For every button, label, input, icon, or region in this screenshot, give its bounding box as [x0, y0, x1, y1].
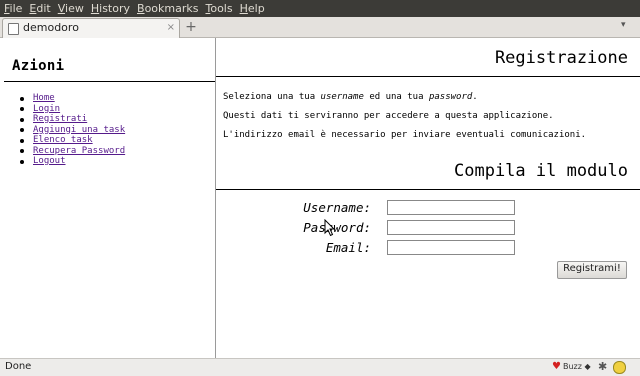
menu-bar: File Edit View History Bookmarks Tools Help [0, 0, 640, 17]
intro-paragraph-2: Questi dati ti serviranno per accedere a… [223, 111, 554, 121]
menu-file[interactable]: File [0, 0, 25, 17]
email-label: Email: [325, 240, 371, 255]
gear-icon[interactable]: ✱ [598, 359, 607, 375]
sidebar-item-aggiungi-task: Aggiungi una task [17, 125, 125, 136]
tab-list-icon[interactable]: ▾ [621, 20, 626, 30]
lightbulb-icon[interactable] [613, 361, 626, 374]
form-title: Compila il modulo [454, 161, 628, 181]
nav-link-aggiungi-task[interactable]: Aggiungi una task [33, 125, 125, 135]
sidebar-item-registrati: Registrati [17, 114, 125, 125]
nav-link-logout[interactable]: Logout [33, 156, 66, 166]
intro-paragraph-1: Seleziona una tua username ed una tua pa… [223, 91, 478, 103]
intro-emphasis-password: password [428, 92, 473, 102]
sidebar-divider [4, 81, 215, 82]
page-icon [8, 23, 19, 35]
menu-help[interactable]: Help [236, 0, 268, 17]
sidebar-item-login: Login [17, 104, 125, 115]
sidebar-item-home: Home [17, 93, 125, 104]
tab-title: demodoro [23, 21, 79, 34]
nav-link-registrati[interactable]: Registrati [33, 114, 87, 124]
form-divider [216, 189, 640, 190]
nav-link-recupera-password[interactable]: Recupera Password [33, 146, 125, 156]
menu-bookmarks[interactable]: Bookmarks [133, 0, 201, 17]
sidebar-title: Azioni [12, 58, 65, 74]
menu-view[interactable]: View [54, 0, 87, 17]
status-bar: Done ♥ Buzz ◆ ✱ [0, 358, 640, 376]
mouse-cursor-icon [324, 219, 336, 237]
nav-link-home[interactable]: Home [33, 93, 55, 103]
intro-text: Seleziona una tua [223, 92, 321, 102]
register-button[interactable]: Registrami! [557, 261, 627, 279]
new-tab-button[interactable]: + [182, 18, 200, 36]
heart-icon[interactable]: ♥ [552, 359, 561, 375]
close-tab-icon[interactable]: × [167, 19, 175, 37]
sidebar-item-elenco-task: Elenco task [17, 135, 125, 146]
intro-emphasis-username: username [320, 92, 364, 102]
status-text: Done [5, 361, 32, 372]
sidebar-nav: Home Login Registrati Aggiungi una task … [17, 93, 125, 167]
intro-paragraph-3: L'indirizzo email è necessario per invia… [223, 130, 587, 140]
page-title: Registrazione [494, 48, 628, 68]
nav-link-elenco-task[interactable]: Elenco task [33, 135, 93, 145]
buzz-addon-label[interactable]: Buzz ◆ [563, 359, 591, 375]
intro-text: ed una tua [363, 92, 429, 102]
page-content: Azioni Home Login Registrati Aggiungi un… [0, 38, 640, 358]
title-divider [216, 76, 640, 77]
menu-tools[interactable]: Tools [201, 0, 235, 17]
sidebar: Azioni Home Login Registrati Aggiungi un… [0, 38, 216, 358]
password-field[interactable] [387, 220, 515, 235]
main-panel: Registrazione Seleziona una tua username… [216, 38, 640, 358]
sidebar-item-logout: Logout [17, 156, 125, 167]
sidebar-item-recupera-password: Recupera Password [17, 146, 125, 157]
intro-text: . [472, 92, 478, 102]
username-field[interactable] [387, 200, 515, 215]
email-field[interactable] [387, 240, 515, 255]
username-label: Username: [303, 200, 371, 215]
menu-edit[interactable]: Edit [25, 0, 53, 17]
tab-bar: demodoro × + ▾ [0, 17, 640, 38]
browser-tab[interactable]: demodoro × [2, 18, 180, 38]
nav-link-login[interactable]: Login [33, 104, 60, 114]
menu-history[interactable]: History [87, 0, 133, 17]
